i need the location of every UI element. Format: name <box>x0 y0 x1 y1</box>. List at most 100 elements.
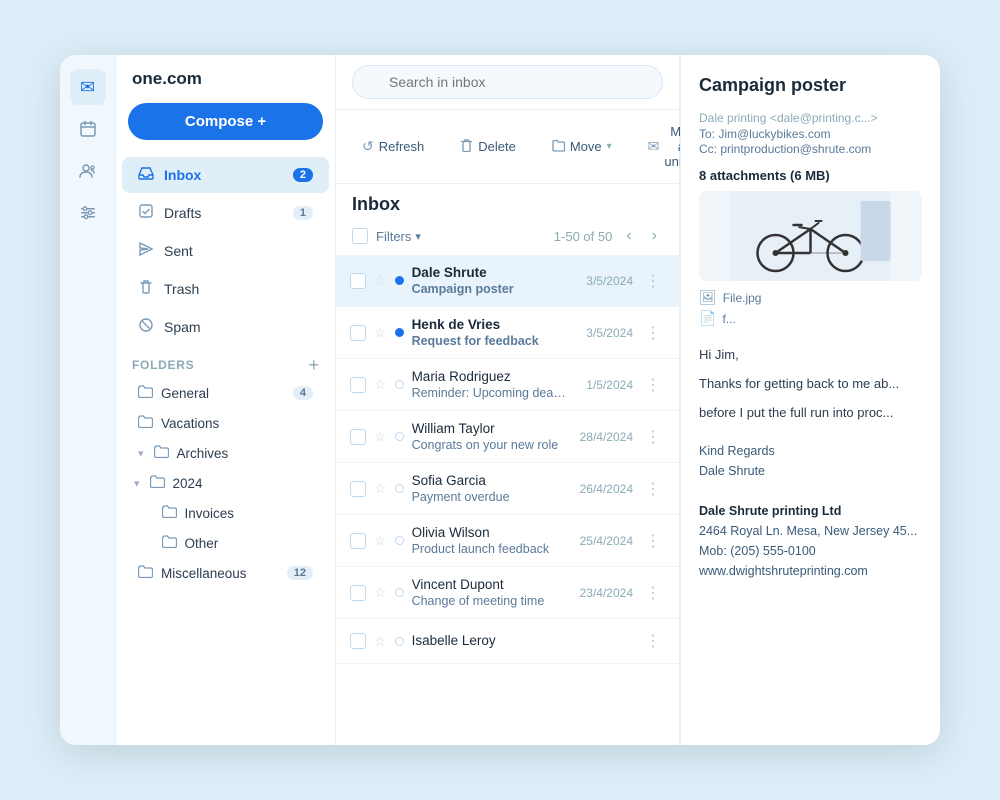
sidebar-item-trash[interactable]: Trash <box>122 271 329 307</box>
folder-invoices[interactable]: ▾ Invoices <box>122 499 329 527</box>
sidebar-people-icon[interactable] <box>70 153 106 189</box>
email-more-2[interactable]: ⋮ <box>641 373 665 397</box>
email-row-4[interactable]: ☆ Sofia Garcia Payment overdue 26/4/2024… <box>336 463 679 515</box>
email-subject-5: Product launch feedback <box>412 542 564 556</box>
email-star-0[interactable]: ☆ <box>374 272 387 289</box>
email-star-5[interactable]: ☆ <box>374 532 387 549</box>
email-checkbox-5[interactable] <box>350 533 366 549</box>
email-sender-0: Dale Shrute <box>412 265 571 280</box>
folder-archives[interactable]: ▾ Archives <box>122 439 329 467</box>
email-star-3[interactable]: ☆ <box>374 428 387 445</box>
email-subject-0: Campaign poster <box>412 282 571 296</box>
next-page-button[interactable]: › <box>646 225 663 247</box>
refresh-label: Refresh <box>379 139 425 154</box>
email-more-3[interactable]: ⋮ <box>641 425 665 449</box>
email-star-2[interactable]: ☆ <box>374 376 387 393</box>
sidebar-settings-icon[interactable] <box>70 195 106 231</box>
add-folder-button[interactable]: + <box>308 356 319 374</box>
email-checkbox-4[interactable] <box>350 481 366 497</box>
email-more-6[interactable]: ⋮ <box>641 581 665 605</box>
email-row-3[interactable]: ☆ William Taylor Congrats on your new ro… <box>336 411 679 463</box>
sidebar-item-spam[interactable]: Spam <box>122 309 329 345</box>
folder-miscellaneous[interactable]: Miscellaneous 12 <box>122 559 329 587</box>
icon-sidebar: ✉ <box>60 55 116 745</box>
email-unread-dot-1 <box>395 328 404 337</box>
email-content-7: Isabelle Leroy <box>412 633 617 650</box>
folders-section-header: Folders + <box>116 346 335 378</box>
folder-general-label: General <box>161 386 209 401</box>
filter-row: Filters ▾ 1-50 of 50 ‹ › <box>336 221 679 255</box>
move-chevron-icon[interactable]: ▾ <box>607 141 612 152</box>
email-star-7[interactable]: ☆ <box>374 633 387 650</box>
sidebar-item-inbox[interactable]: Inbox 2 <box>122 157 329 193</box>
detail-from-name: Dale printing <box>699 111 766 125</box>
email-sender-1: Henk de Vries <box>412 317 571 332</box>
mark-unread-icon: ✉ <box>648 138 660 155</box>
email-content-5: Olivia Wilson Product launch feedback <box>412 525 564 556</box>
email-row-1[interactable]: ☆ Henk de Vries Request for feedback 3/5… <box>336 307 679 359</box>
email-date-6: 23/4/2024 <box>580 586 633 600</box>
sidebar-calendar-icon[interactable] <box>70 111 106 147</box>
email-row-6[interactable]: ☆ Vincent Dupont Change of meeting time … <box>336 567 679 619</box>
email-more-4[interactable]: ⋮ <box>641 477 665 501</box>
refresh-button[interactable]: ↺ Refresh <box>352 132 434 161</box>
email-row-5[interactable]: ☆ Olivia Wilson Product launch feedback … <box>336 515 679 567</box>
email-checkbox-7[interactable] <box>350 633 366 649</box>
prev-page-button[interactable]: ‹ <box>620 225 637 247</box>
move-button[interactable]: Move ▾ <box>542 133 622 161</box>
email-date-4: 26/4/2024 <box>580 482 633 496</box>
email-row-7[interactable]: ☆ Isabelle Leroy ⋮ <box>336 619 679 664</box>
select-all-checkbox[interactable] <box>352 228 368 244</box>
email-date-5: 25/4/2024 <box>580 534 633 548</box>
email-date-2: 1/5/2024 <box>586 378 633 392</box>
folder-archives-label: Archives <box>177 446 229 461</box>
refresh-icon: ↺ <box>362 138 374 155</box>
email-row-2[interactable]: ☆ Maria Rodriguez Reminder: Upcoming dea… <box>336 359 679 411</box>
email-content-6: Vincent Dupont Change of meeting time <box>412 577 564 608</box>
detail-from-email: <dale@printing.c...> <box>770 111 878 125</box>
email-content-1: Henk de Vries Request for feedback <box>412 317 571 348</box>
folder-other[interactable]: ▾ Other <box>122 529 329 557</box>
2024-collapse-icon[interactable]: ▾ <box>134 477 140 490</box>
email-more-5[interactable]: ⋮ <box>641 529 665 553</box>
email-checkbox-3[interactable] <box>350 429 366 445</box>
email-sender-6: Vincent Dupont <box>412 577 564 592</box>
sidebar-item-drafts[interactable]: Drafts 1 <box>122 195 329 231</box>
folder-general[interactable]: General 4 <box>122 379 329 407</box>
attachment-preview <box>699 191 922 281</box>
folder-2024-icon <box>150 475 165 491</box>
email-subject-2: Reminder: Upcoming deadline <box>412 386 571 400</box>
delete-icon <box>460 138 473 155</box>
search-input[interactable] <box>352 65 663 99</box>
folder-vacations[interactable]: Vacations <box>122 409 329 437</box>
email-star-4[interactable]: ☆ <box>374 480 387 497</box>
email-date-0: 3/5/2024 <box>586 274 633 288</box>
detail-cc: Cc: printproduction@shrute.com <box>699 142 922 156</box>
folder-2024-label: 2024 <box>173 476 203 491</box>
detail-panel: Campaign poster Dale printing <dale@prin… <box>680 55 940 745</box>
file-jpg-icon: 🖼 <box>699 289 717 306</box>
sent-label: Sent <box>164 243 193 259</box>
email-sender-5: Olivia Wilson <box>412 525 564 540</box>
detail-signature: Kind Regards Dale Shrute Dale Shrute pri… <box>699 441 922 581</box>
search-toolbar <box>336 55 679 110</box>
sidebar-item-sent[interactable]: Sent <box>122 233 329 269</box>
email-more-0[interactable]: ⋮ <box>641 269 665 293</box>
email-star-6[interactable]: ☆ <box>374 584 387 601</box>
email-date-3: 28/4/2024 <box>580 430 633 444</box>
email-more-1[interactable]: ⋮ <box>641 321 665 345</box>
folder-other-icon <box>162 535 177 551</box>
compose-button[interactable]: Compose + <box>128 103 323 140</box>
email-more-7[interactable]: ⋮ <box>641 629 665 653</box>
email-checkbox-6[interactable] <box>350 585 366 601</box>
email-star-1[interactable]: ☆ <box>374 324 387 341</box>
email-row-0[interactable]: ☆ Dale Shrute Campaign poster 3/5/2024 ⋮ <box>336 255 679 307</box>
folder-2024[interactable]: ▾ 2024 <box>122 469 329 497</box>
email-checkbox-1[interactable] <box>350 325 366 341</box>
filter-button[interactable]: Filters ▾ <box>376 229 421 244</box>
archives-collapse-icon[interactable]: ▾ <box>138 447 144 460</box>
sidebar-mail-icon[interactable]: ✉ <box>70 69 106 105</box>
email-checkbox-2[interactable] <box>350 377 366 393</box>
email-checkbox-0[interactable] <box>350 273 366 289</box>
delete-button[interactable]: Delete <box>450 132 526 161</box>
